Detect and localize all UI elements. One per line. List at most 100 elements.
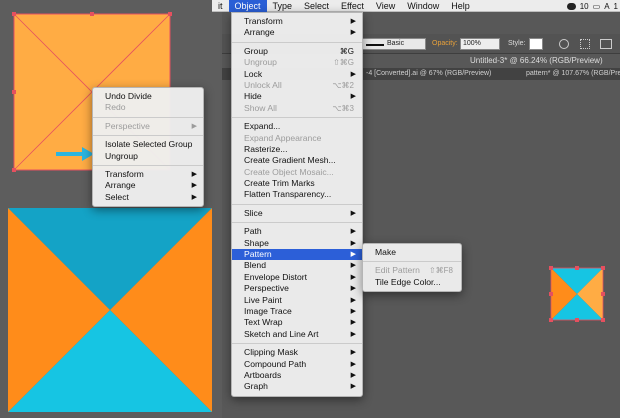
menu-item-label: Create Gradient Mesh... [244,155,336,166]
tab-pattern[interactable]: pattern* @ 107.67% (RGB/Preview) [522,69,620,79]
menu-item-label: Graph [244,381,268,392]
menu-item-label: Create Object Mosaic... [244,166,334,177]
arrow-icon [56,147,94,161]
menu-item-label: Clipping Mask [244,347,298,358]
menu-item-label: Artboards [244,369,282,380]
object-menu-item-artboards[interactable]: Artboards ▶ [232,370,362,381]
menu-item-label: Hide [244,91,262,102]
tab-converted[interactable]: -4 [Converted].ai @ 67% (RGB/Preview) [362,69,495,79]
submenu-arrow-icon: ▶ [350,262,356,270]
stroke-style-value: Basic [387,40,405,47]
menu-item-label: Rasterize... [244,143,288,154]
menu-item-shortcut: ⌥⌘2 [332,80,354,90]
object-menu-item-live-paint[interactable]: Live Paint ▶ [232,295,362,306]
menu-item-label: Transform [105,168,144,179]
object-menu-item-envelope-distort[interactable]: Envelope Distort ▶ [232,272,362,283]
context-menu-item-arrange[interactable]: Arrange ▶ [93,180,203,191]
menu-separator [93,116,203,118]
menu-item-label: Pattern [244,249,272,260]
object-menu-item-transform[interactable]: Transform ▶ [232,16,362,27]
menu-item-label: Slice [244,207,263,218]
document-title: Untitled-3* @ 66.24% (RGB/Preview) [470,56,603,65]
object-menu-item-group[interactable]: Group ⌘G [232,46,362,57]
pattern-tile-small[interactable] [547,264,607,324]
style-swatch[interactable] [529,38,543,50]
menu-separator [93,135,203,137]
object-menu-item-perspective[interactable]: Perspective ▶ [232,283,362,294]
menu-bar: it Object Type Select Effect View Window… [212,0,620,12]
menu-effect[interactable]: Effect [335,0,370,12]
object-menu-item-pattern[interactable]: Pattern ▶ [232,249,362,261]
menu-window[interactable]: Window [401,0,445,12]
context-menu-item-transform[interactable]: Transform ▶ [93,169,203,180]
submenu-arrow-icon: ▶ [350,383,356,391]
context-menu-item-isolate-selected-group[interactable]: Isolate Selected Group [93,139,203,150]
submenu-arrow-icon: ▶ [350,18,356,25]
pattern-menu-item-tile-edge-color[interactable]: Tile Edge Color... [363,277,461,288]
object-menu-item-clipping-mask[interactable]: Clipping Mask ▶ [232,347,362,358]
menu-item-label: Select [105,191,129,202]
menu-item-label: Expand... [244,121,281,132]
context-menu-item-ungroup[interactable]: Ungroup [93,151,203,162]
object-menu-item-hide[interactable]: Hide ▶ [232,91,362,102]
menu-item-label: Group [244,45,268,56]
object-menu-item-image-trace[interactable]: Image Trace ▶ [232,306,362,317]
object-menu-item-shape[interactable]: Shape ▶ [232,238,362,249]
pattern-menu-item-make[interactable]: Make [363,247,461,258]
menu-help[interactable]: Help [445,0,476,12]
object-menu-item-arrange[interactable]: Arrange ▶ [232,27,362,38]
creative-cloud-icon[interactable] [566,2,576,10]
submenu-arrow-icon: ▶ [350,319,356,327]
object-menu-item-slice[interactable]: Slice ▶ [232,208,362,219]
submenu-arrow-icon: ▶ [350,93,356,101]
context-menu-item-redo: Redo [93,102,203,113]
object-menu-item-flatten-transparency[interactable]: Flatten Transparency... [232,189,362,200]
object-menu-item-unlock-all: Unlock All ⌥⌘2 [232,80,362,91]
menu-type[interactable]: Type [267,0,299,12]
submenu-arrow-icon: ▶ [191,170,197,178]
menu-item-label: Ungroup [244,57,277,68]
airplay-icon[interactable]: ▭ [593,2,601,11]
submenu-arrow-icon: ▶ [350,239,356,247]
submenu-arrow-icon: ▶ [350,209,356,217]
submenu-arrow-icon: ▶ [350,349,356,357]
object-menu-item-expand[interactable]: Expand... [232,121,362,132]
menu-item-label: Compound Path [244,358,307,369]
object-menu-item-path[interactable]: Path ▶ [232,226,362,237]
align-icon[interactable] [580,39,590,49]
menu-item-label: Perspective [105,120,150,131]
menu-view[interactable]: View [370,0,401,12]
adobe-icon[interactable]: A [604,2,609,11]
object-menu-item-sketch-and-line-art[interactable]: Sketch and Line Art ▶ [232,329,362,340]
menu-item-label: Flatten Transparency... [244,189,332,200]
object-menu-item-rasterize[interactable]: Rasterize... [232,144,362,155]
submenu-arrow-icon: ▶ [350,228,356,236]
object-menu-item-text-wrap[interactable]: Text Wrap ▶ [232,317,362,328]
pattern-tile-large [8,208,212,412]
menu-object[interactable]: Object [228,0,267,12]
menu-separator [363,261,461,263]
object-menu-item-blend[interactable]: Blend ▶ [232,260,362,271]
object-menu-item-create-gradient-mesh[interactable]: Create Gradient Mesh... [232,155,362,166]
opacity-input[interactable]: 100% [460,38,500,50]
menu-select[interactable]: Select [298,0,335,12]
menu-item-label: Redo [105,102,126,113]
menu-item-label: Shape [244,237,269,248]
menu-item-label: Show All [244,102,277,113]
object-menu-item-graph[interactable]: Graph ▶ [232,381,362,392]
context-menu-item-perspective: Perspective ▶ [93,121,203,132]
context-menu-item-select[interactable]: Select ▶ [93,192,203,203]
object-menu-item-compound-path[interactable]: Compound Path ▶ [232,359,362,370]
stroke-style-dropdown[interactable]: Basic [362,38,426,50]
context-menu-item-undo-divide[interactable]: Undo Divide [93,91,203,102]
menu-edit-partial[interactable]: it [212,0,229,12]
object-menu-item-lock[interactable]: Lock ▶ [232,69,362,80]
menu-item-shortcut: ⌥⌘3 [332,103,354,113]
object-menu-item-show-all: Show All ⌥⌘3 [232,103,362,114]
recolor-icon[interactable] [559,39,569,49]
menu-item-label: Arrange [105,180,136,191]
transform-icon[interactable] [600,39,612,49]
object-menu: Transform ▶ Arrange ▶ Group ⌘G Ungroup ⇧⌘G Lock ▶… [231,12,363,397]
menu-item-label: Perspective [244,283,289,294]
object-menu-item-create-trim-marks[interactable]: Create Trim Marks [232,178,362,189]
